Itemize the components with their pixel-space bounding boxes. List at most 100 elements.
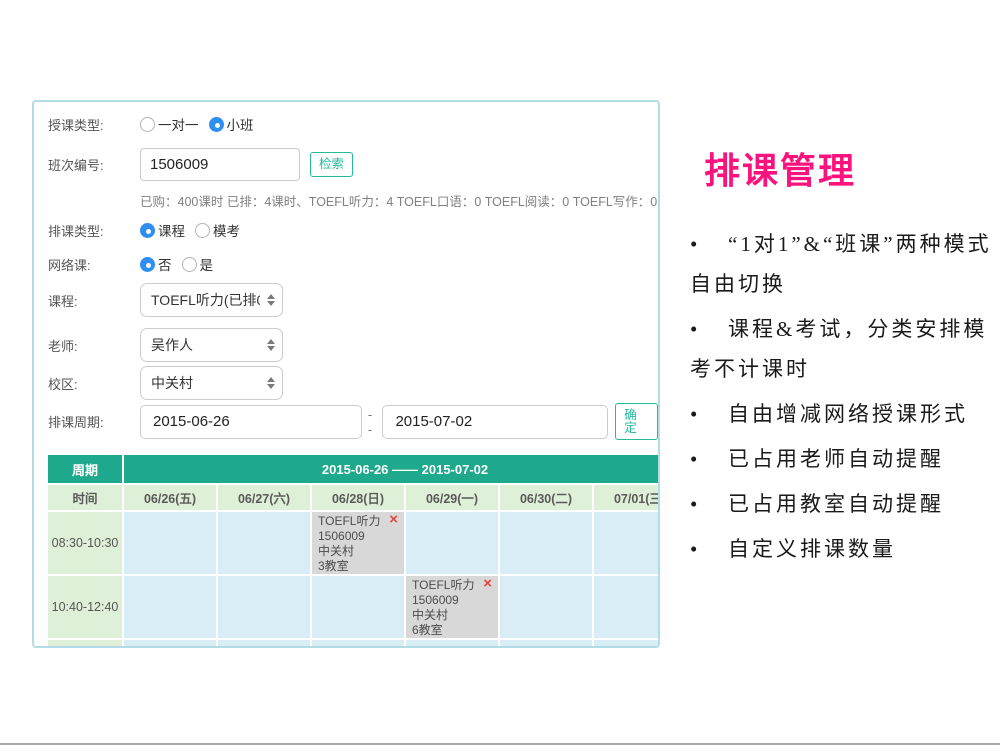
- feature-list: •“1对1”&“班课”两种模式自由切换 •课程&考试，分类安排模考不计课时 •自…: [690, 224, 1000, 569]
- scheduled-class-card: × TOEFL听力 1506009 中关村 6教室: [406, 576, 498, 638]
- empty-slot-cell[interactable]: [406, 640, 498, 648]
- empty-slot-cell[interactable]: [594, 640, 660, 648]
- radio-mock-exam-label: 模考: [213, 220, 240, 240]
- delete-class-icon[interactable]: ×: [483, 577, 492, 591]
- delete-class-icon[interactable]: ×: [389, 513, 398, 527]
- teacher-select[interactable]: 吴作人: [140, 328, 283, 362]
- campus-label: 校区:: [48, 374, 140, 393]
- day-header: 06/27(六): [218, 485, 310, 510]
- teacher-select-value: 吴作人: [151, 335, 193, 355]
- course-select[interactable]: TOEFL听力(已排0课: [140, 283, 283, 317]
- empty-slot-cell[interactable]: [406, 512, 498, 574]
- radio-selected-icon: [209, 117, 224, 132]
- online-class-label: 网络课:: [48, 255, 140, 274]
- bullet-marker: •: [690, 224, 728, 264]
- day-header: 06/29(一): [406, 485, 498, 510]
- feature-bullet: •已占用教室自动提醒: [690, 484, 1000, 524]
- feature-bullet: •自由增减网络授课形式: [690, 394, 1000, 434]
- radio-course-label: 课程: [158, 220, 185, 240]
- event-room: 3教室: [318, 559, 398, 574]
- feature-text: 已占用老师自动提醒: [728, 447, 944, 471]
- empty-slot-cell[interactable]: [594, 512, 660, 574]
- empty-slot-cell[interactable]: [218, 640, 310, 648]
- select-arrows-icon: [267, 294, 275, 306]
- bullet-marker: •: [690, 484, 728, 524]
- select-arrows-icon: [267, 339, 275, 351]
- event-room: 6教室: [412, 623, 492, 638]
- class-number-row: 班次编号: 检索: [48, 148, 353, 181]
- bullet-marker: •: [690, 439, 728, 479]
- teaching-type-row: 授课类型: 一对一 小班: [48, 114, 264, 134]
- online-class-row: 网络课: 否 是: [48, 254, 223, 274]
- teacher-row: 老师: 吴作人: [48, 328, 283, 362]
- empty-slot-cell[interactable]: [124, 512, 216, 574]
- event-class-number: 1506009: [318, 529, 398, 544]
- period-separator: --: [368, 407, 377, 437]
- scheduled-class-cell[interactable]: × TOEFL听力 1506009 中关村 3教室: [312, 512, 404, 574]
- empty-slot-cell[interactable]: [500, 640, 592, 648]
- empty-slot-cell[interactable]: [124, 640, 216, 648]
- schedule-type-row: 排课类型: 课程 模考: [48, 220, 250, 240]
- empty-slot-cell[interactable]: [594, 576, 660, 638]
- period-corner-header: 周期: [48, 455, 122, 483]
- teacher-label: 老师:: [48, 336, 140, 355]
- radio-unselected-icon: [195, 223, 210, 238]
- purchased-hours-info: 已购：400课时 已排：4课时、TOEFL听力：4 TOEFL口语：0 TOEF…: [140, 191, 657, 210]
- day-header: 06/30(二): [500, 485, 592, 510]
- period-start-input[interactable]: 2015-06-26: [140, 405, 362, 439]
- event-course-name: TOEFL听力: [412, 578, 492, 593]
- empty-slot-cell[interactable]: [500, 576, 592, 638]
- empty-slot-cell[interactable]: [218, 512, 310, 574]
- class-number-input[interactable]: [140, 148, 300, 181]
- feature-text: 已占用教室自动提醒: [728, 492, 944, 516]
- bullet-marker: •: [690, 529, 728, 569]
- time-column-header: 时间: [48, 485, 122, 510]
- radio-yes[interactable]: 是: [182, 254, 214, 274]
- slide: 授课类型: 一对一 小班 班次编号: 检索 已购：400课时 已排：4课时、TO…: [0, 0, 1000, 751]
- radio-one-on-one[interactable]: 一对一: [140, 114, 199, 134]
- feature-text: 课程&考试，分类安排模考不计课时: [690, 317, 987, 381]
- page-title: 排课管理: [704, 142, 1000, 194]
- empty-slot-cell[interactable]: [312, 576, 404, 638]
- radio-small-class-label: 小班: [227, 114, 254, 134]
- feature-bullet: •课程&考试，分类安排模考不计课时: [690, 309, 1000, 389]
- day-header: 06/26(五): [124, 485, 216, 510]
- bullet-marker: •: [690, 394, 728, 434]
- schedule-table: 周期 2015-06-26 —— 2015-07-02 时间 06/26(五) …: [46, 453, 660, 648]
- radio-small-class[interactable]: 小班: [209, 114, 254, 134]
- event-class-number: 1506009: [412, 593, 492, 608]
- scheduled-class-cell[interactable]: × TOEFL听力 1506009 中关村 6教室: [406, 576, 498, 638]
- empty-slot-cell[interactable]: [312, 640, 404, 648]
- date-range-header: 2015-06-26 —— 2015-07-02: [124, 455, 660, 483]
- radio-yes-label: 是: [200, 254, 214, 274]
- course-select-value: TOEFL听力(已排0课: [151, 290, 260, 310]
- day-header: 07/01(三): [594, 485, 660, 510]
- radio-course[interactable]: 课程: [140, 220, 185, 240]
- period-end-input[interactable]: 2015-07-02: [382, 405, 608, 439]
- confirm-button[interactable]: 确定: [615, 403, 658, 440]
- schedule-table-wrap: 周期 2015-06-26 —— 2015-07-02 时间 06/26(五) …: [46, 453, 660, 648]
- scheduling-panel: 授课类型: 一对一 小班 班次编号: 检索 已购：400课时 已排：4课时、TO…: [32, 100, 660, 648]
- event-course-name: TOEFL听力: [318, 514, 398, 529]
- schedule-type-label: 排课类型:: [48, 221, 140, 240]
- class-number-label: 班次编号:: [48, 155, 140, 174]
- period-label: 排课周期:: [48, 412, 140, 431]
- feature-bullet: •“1对1”&“班课”两种模式自由切换: [690, 224, 1000, 304]
- event-campus: 中关村: [318, 544, 398, 559]
- course-row: 课程: TOEFL听力(已排0课: [48, 283, 283, 317]
- empty-slot-cell[interactable]: [218, 576, 310, 638]
- empty-slot-cell[interactable]: [500, 512, 592, 574]
- radio-no[interactable]: 否: [140, 254, 172, 274]
- teaching-type-label: 授课类型:: [48, 115, 140, 134]
- empty-slot-cell[interactable]: [124, 576, 216, 638]
- event-campus: 中关村: [412, 608, 492, 623]
- radio-selected-icon: [140, 223, 155, 238]
- campus-select[interactable]: 中关村: [140, 366, 283, 400]
- feature-text: 自定义排课数量: [728, 537, 896, 561]
- feature-bullet: •已占用老师自动提醒: [690, 439, 1000, 479]
- radio-mock-exam[interactable]: 模考: [195, 220, 240, 240]
- search-button[interactable]: 检索: [310, 152, 353, 177]
- radio-unselected-icon: [182, 257, 197, 272]
- campus-select-value: 中关村: [151, 373, 193, 393]
- radio-selected-icon: [140, 257, 155, 272]
